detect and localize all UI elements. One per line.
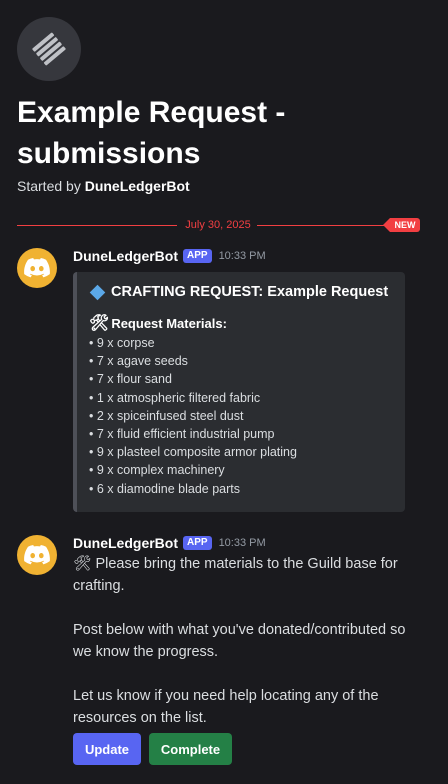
message-paragraph: 🛠 Please bring the materials to the Guil…: [73, 553, 413, 597]
discord-logo-icon: [24, 258, 50, 278]
started-by-prefix: Started by: [17, 178, 81, 194]
app-tag: APP: [183, 536, 212, 550]
list-item: 7 x agave seeds: [89, 352, 297, 370]
message-paragraph: Let us know if you need help locating an…: [73, 688, 379, 726]
message-header: DuneLedgerBot APP 10:33 PM: [73, 248, 266, 264]
thread-title: Example Request - submissions: [17, 96, 286, 170]
list-item: 9 x corpse: [89, 334, 297, 352]
avatar[interactable]: [17, 535, 57, 575]
author-name[interactable]: DuneLedgerBot: [73, 248, 178, 264]
divider-line-right: [257, 225, 387, 226]
hammer-and-wrench-icon: 🛠: [73, 556, 92, 572]
timestamp[interactable]: 10:33 PM: [219, 250, 266, 262]
message-body: 🛠 Please bring the materials to the Guil…: [73, 553, 413, 729]
new-badge: NEW: [383, 218, 420, 232]
hammer-and-wrench-icon: 🛠: [89, 315, 110, 332]
author-name[interactable]: DuneLedgerBot: [73, 535, 178, 551]
materials-heading-text: Request Materials:: [111, 315, 227, 331]
blue-diamond-icon: [89, 284, 106, 300]
timestamp[interactable]: 10:33 PM: [219, 537, 266, 549]
divider-line-left: [17, 225, 177, 226]
started-by-author[interactable]: DuneLedgerBot: [85, 178, 190, 194]
list-item: 7 x flour sand: [89, 370, 297, 388]
avatar[interactable]: [17, 248, 57, 288]
list-item: 7 x fluid efficient industrial pump: [89, 425, 297, 443]
list-item: 6 x diamodine blade parts: [89, 480, 297, 498]
crafting-request-embed: CRAFTING REQUEST: Example Request 🛠 Requ…: [73, 272, 405, 512]
thread-logo-icon: [17, 17, 81, 81]
divider-date: July 30, 2025: [185, 219, 251, 231]
update-button[interactable]: Update: [73, 733, 141, 765]
list-item: 1 x atmospheric filtered fabric: [89, 389, 297, 407]
thread-started-by: Started by DuneLedgerBot: [17, 178, 190, 194]
materials-list: 9 x corpse 7 x agave seeds 7 x flour san…: [89, 334, 297, 498]
materials-heading: 🛠 Request Materials:: [89, 313, 227, 333]
message-paragraph-text: Please bring the materials to the Guild …: [73, 556, 398, 594]
discord-logo-icon: [24, 545, 50, 565]
message-paragraph: Post below with what you've donated/cont…: [73, 622, 406, 660]
message-header: DuneLedgerBot APP 10:33 PM: [73, 535, 266, 551]
list-item: 9 x complex machinery: [89, 461, 297, 479]
embed-title: CRAFTING REQUEST: Example Request: [89, 284, 388, 300]
app-tag: APP: [183, 249, 212, 263]
embed-title-text: CRAFTING REQUEST: Example Request: [111, 284, 389, 300]
complete-button[interactable]: Complete: [149, 733, 232, 765]
date-divider: July 30, 2025 NEW: [17, 218, 420, 232]
list-item: 2 x spiceinfused steel dust: [89, 407, 297, 425]
list-item: 9 x plasteel composite armor plating: [89, 443, 297, 461]
